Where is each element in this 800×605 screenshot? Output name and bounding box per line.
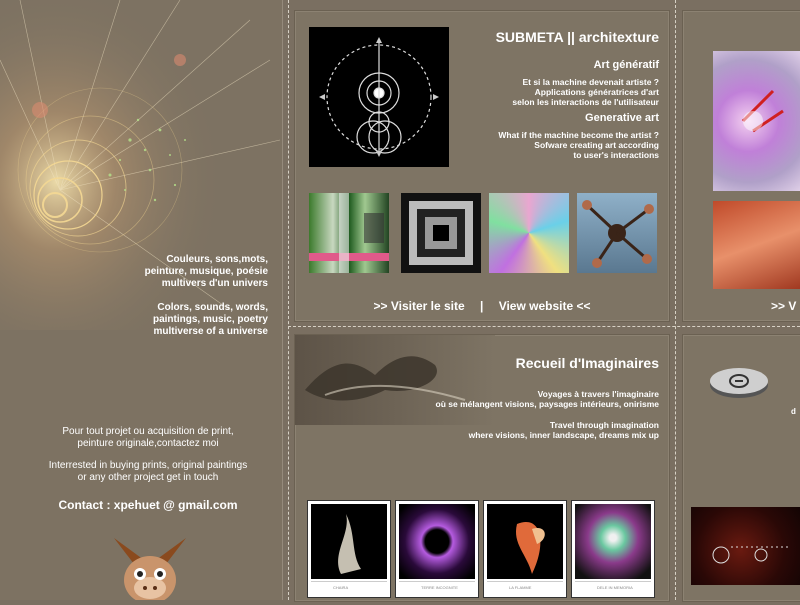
- recueil-description-english: Travel through imagination where visions…: [468, 420, 659, 440]
- gallery-thumbnail-4[interactable]: [577, 193, 657, 273]
- art-fr-description: Et si la machine devenait artiste ? Appl…: [512, 77, 659, 107]
- recueil-panel: Recueil d'Imaginaires Voyages à travers …: [294, 334, 670, 602]
- right-artwork-3[interactable]: [691, 507, 800, 585]
- gallery-thumbnail-2[interactable]: [401, 193, 481, 273]
- divider-vertical-right: [675, 0, 676, 600]
- submeta-links: >> Visiter le site | View website <<: [295, 299, 669, 313]
- mist-artwork: [295, 335, 495, 425]
- recueil-title[interactable]: Recueil d'Imaginaires: [516, 355, 659, 371]
- art-en-heading: Generative art: [585, 112, 659, 124]
- right-bottom-panel: d: [682, 334, 800, 602]
- recueil-thumbnail-2[interactable]: TERRE INCOGNITE: [395, 500, 479, 598]
- mascot-icon[interactable]: [104, 530, 196, 604]
- right-bottom-text: d: [791, 407, 796, 416]
- gallery-thumbnail-3[interactable]: [489, 193, 569, 273]
- logo-icon[interactable]: [709, 365, 769, 399]
- page: Couleurs, sons,mots, peinture, musique, …: [0, 0, 800, 604]
- gallery-thumbnail-1[interactable]: [309, 193, 389, 273]
- tagline-english: Colors, sounds, words, paintings, music,…: [152, 302, 268, 337]
- contact-text-english: Interrested in buying prints, original p…: [48, 460, 248, 483]
- visit-site-link[interactable]: >> Visiter le site: [373, 299, 464, 313]
- tagline-french: Couleurs, sons,mots, peinture, musique, …: [144, 254, 268, 289]
- recueil-thumbnail-1[interactable]: CHAIRA: [307, 500, 391, 598]
- art-fr-heading: Art génératif: [593, 59, 659, 71]
- submeta-panel: SUBMETA || architexture Art génératif Et…: [294, 10, 670, 322]
- contact-email[interactable]: Contact : xpehuet @ gmail.com: [0, 498, 296, 512]
- art-en-description: What if the machine become the artist ? …: [498, 130, 659, 160]
- left-column: Couleurs, sons,mots, peinture, musique, …: [0, 0, 283, 604]
- recueil-thumbnail-3[interactable]: LA FLAMME: [483, 500, 567, 598]
- right-artwork-1[interactable]: [713, 51, 800, 191]
- right-top-panel: >> V: [682, 10, 800, 322]
- contact-text-french: Pour tout projet ou acquisition de print…: [62, 426, 234, 449]
- recueil-thumbnail-4[interactable]: DELE IN MEMORIA: [571, 500, 655, 598]
- submeta-logo-icon[interactable]: [309, 27, 449, 167]
- divider-horizontal: [288, 326, 800, 327]
- right-visit-link[interactable]: >> V: [771, 299, 796, 313]
- link-separator: |: [479, 299, 484, 313]
- view-website-link[interactable]: View website <<: [499, 299, 591, 313]
- recueil-description-french: Voyages à travers l'imaginaire où se mél…: [435, 389, 659, 409]
- submeta-title[interactable]: SUBMETA || architexture: [496, 29, 659, 45]
- right-artwork-2[interactable]: [713, 201, 800, 289]
- divider-vertical-left: [288, 0, 289, 600]
